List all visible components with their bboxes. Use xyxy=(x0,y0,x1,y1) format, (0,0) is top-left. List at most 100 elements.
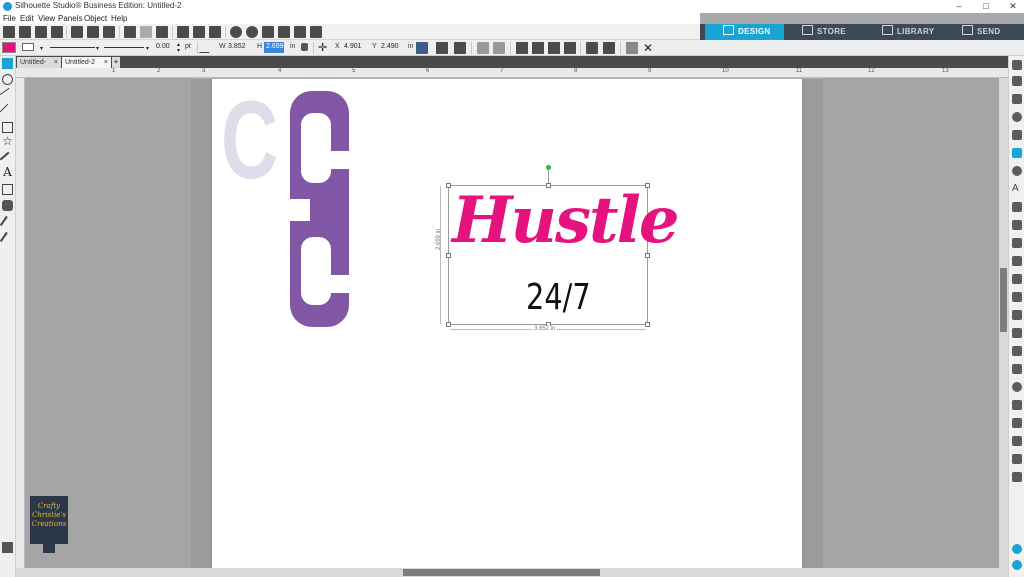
crop-icon[interactable] xyxy=(564,42,576,54)
resize-handle-w[interactable] xyxy=(446,253,451,258)
shadow-panel-icon[interactable] xyxy=(1012,166,1022,176)
menu-edit[interactable]: Edit xyxy=(20,13,34,24)
chevron-down-icon[interactable]: ▾ xyxy=(96,45,99,52)
menu-view[interactable]: View xyxy=(38,13,55,24)
24-7-text[interactable]: 24/7 xyxy=(526,278,591,318)
split-panel-icon[interactable] xyxy=(1012,472,1022,482)
transform-panel-icon[interactable] xyxy=(1012,310,1022,320)
doc-tab-untitled-1[interactable]: Untitled-1× xyxy=(17,57,61,77)
ungroup-icon[interactable] xyxy=(493,42,505,54)
text-to-path-icon[interactable] xyxy=(1012,202,1022,212)
eyedropper-tool-icon[interactable] xyxy=(0,215,16,232)
center-icon[interactable] xyxy=(454,42,466,54)
select-tool-icon[interactable] xyxy=(2,58,13,69)
replicate-icon[interactable] xyxy=(586,42,598,54)
fit-to-page-icon[interactable] xyxy=(294,26,306,38)
hustle-text[interactable]: Hustle xyxy=(452,186,680,256)
doc-tab-untitled-2[interactable]: Untitled-2 × xyxy=(62,57,111,68)
help-icon[interactable] xyxy=(1012,560,1022,570)
deselect-icon[interactable] xyxy=(193,26,205,38)
rhinestone-panel-icon[interactable] xyxy=(1012,328,1022,338)
zoom-out-icon[interactable] xyxy=(246,26,258,38)
subtract-icon[interactable] xyxy=(532,42,544,54)
minimize-button[interactable]: – xyxy=(950,0,968,13)
weld-icon[interactable] xyxy=(516,42,528,54)
settings-gear-icon[interactable] xyxy=(1012,544,1022,554)
undo-icon[interactable] xyxy=(124,26,136,38)
redo-icon[interactable] xyxy=(140,26,152,38)
modify-panel-icon[interactable] xyxy=(1012,274,1022,284)
line-cap-select[interactable] xyxy=(104,47,144,48)
zoom-in-icon[interactable] xyxy=(230,26,242,38)
replicate-panel-icon[interactable] xyxy=(1012,256,1022,266)
resize-handle-sw[interactable] xyxy=(446,322,451,327)
maximize-button[interactable]: □ xyxy=(977,0,995,13)
page-setup-icon[interactable] xyxy=(1012,60,1022,70)
group-icon[interactable] xyxy=(477,42,489,54)
fill-color-swatch[interactable] xyxy=(2,42,16,53)
close-tab-icon[interactable]: × xyxy=(54,57,58,68)
select-all-icon[interactable] xyxy=(177,26,189,38)
pan-icon[interactable] xyxy=(278,26,290,38)
close-tab-icon[interactable]: × xyxy=(104,57,108,68)
faded-letter-c[interactable]: C xyxy=(221,86,278,196)
print-cut-panel-icon[interactable] xyxy=(1012,382,1022,392)
offset-panel-icon[interactable] xyxy=(1012,220,1022,230)
tab-design[interactable]: DESIGN xyxy=(705,24,784,40)
close-icon[interactable]: ✕ xyxy=(643,41,653,55)
rhinestone-icon[interactable] xyxy=(603,42,615,54)
pattern-panel-icon[interactable] xyxy=(1012,112,1022,122)
edit-points-tool-icon[interactable] xyxy=(0,87,16,104)
tab-library[interactable]: LIBRARY xyxy=(864,24,943,40)
tab-send[interactable]: SEND xyxy=(944,24,1024,40)
color-panel-icon[interactable] xyxy=(1012,454,1022,464)
chevron-down-icon[interactable]: ▾ xyxy=(40,45,43,52)
resize-handle-nw[interactable] xyxy=(446,183,451,188)
knife-tool-icon[interactable] xyxy=(2,200,13,211)
tab-store[interactable]: STORE xyxy=(784,24,863,40)
menu-object[interactable]: Object xyxy=(84,13,107,24)
menu-panels[interactable]: Panels xyxy=(58,13,82,24)
nesting-panel-icon[interactable] xyxy=(1012,364,1022,374)
print-icon[interactable] xyxy=(51,26,63,38)
line-tool-icon[interactable] xyxy=(0,103,16,120)
paste-icon[interactable] xyxy=(103,26,115,38)
close-window-button[interactable]: ✕ xyxy=(1004,0,1022,13)
brush-tool-icon[interactable] xyxy=(0,231,16,248)
distribute-icon[interactable] xyxy=(436,42,448,54)
gradient-panel-icon[interactable] xyxy=(1012,94,1022,104)
trace-panel-icon[interactable] xyxy=(1012,238,1022,248)
3d-box-icon[interactable] xyxy=(626,42,638,54)
intersect-icon[interactable] xyxy=(548,42,560,54)
add-tab-button[interactable]: + xyxy=(112,57,120,68)
line-color-swatch[interactable] xyxy=(22,43,34,51)
line-width-input[interactable]: 0.00 xyxy=(154,42,176,53)
stepper-icon[interactable]: ▴ ▾ xyxy=(177,42,180,54)
purple-letter-stack[interactable]: C C xyxy=(290,91,349,327)
eraser-tool-icon[interactable] xyxy=(2,184,13,195)
text-style-panel-icon[interactable]: A xyxy=(1012,184,1022,194)
rotate-icon[interactable] xyxy=(156,26,168,38)
emboss-panel-icon[interactable] xyxy=(1012,400,1022,410)
fit-to-window-icon[interactable] xyxy=(310,26,322,38)
lasso-tool-icon[interactable] xyxy=(2,74,13,85)
library-folder-icon[interactable] xyxy=(2,542,13,553)
menu-help[interactable]: Help xyxy=(111,13,127,24)
copy-icon[interactable] xyxy=(87,26,99,38)
rectangle-tool-icon[interactable] xyxy=(2,122,13,133)
align-icon[interactable] xyxy=(416,42,428,54)
resize-handle-se[interactable] xyxy=(645,322,650,327)
width-input[interactable]: 3.852 xyxy=(226,42,254,53)
horizontal-scroll-thumb[interactable] xyxy=(403,569,600,576)
line-style-select[interactable] xyxy=(50,47,95,48)
design-store-panel-icon[interactable] xyxy=(1012,436,1022,446)
chevron-down-icon[interactable]: ▾ xyxy=(146,45,149,52)
y-input[interactable]: 2.490 xyxy=(379,42,407,53)
height-input[interactable]: 2.699 xyxy=(264,42,284,53)
text-tool-icon[interactable]: A xyxy=(2,166,13,178)
new-document-icon[interactable] xyxy=(3,26,15,38)
x-input[interactable]: 4.901 xyxy=(342,42,370,53)
fill-panel-icon[interactable] xyxy=(1012,76,1022,86)
sketch-panel-icon[interactable] xyxy=(1012,148,1022,158)
knife-panel-icon[interactable] xyxy=(1012,292,1022,302)
